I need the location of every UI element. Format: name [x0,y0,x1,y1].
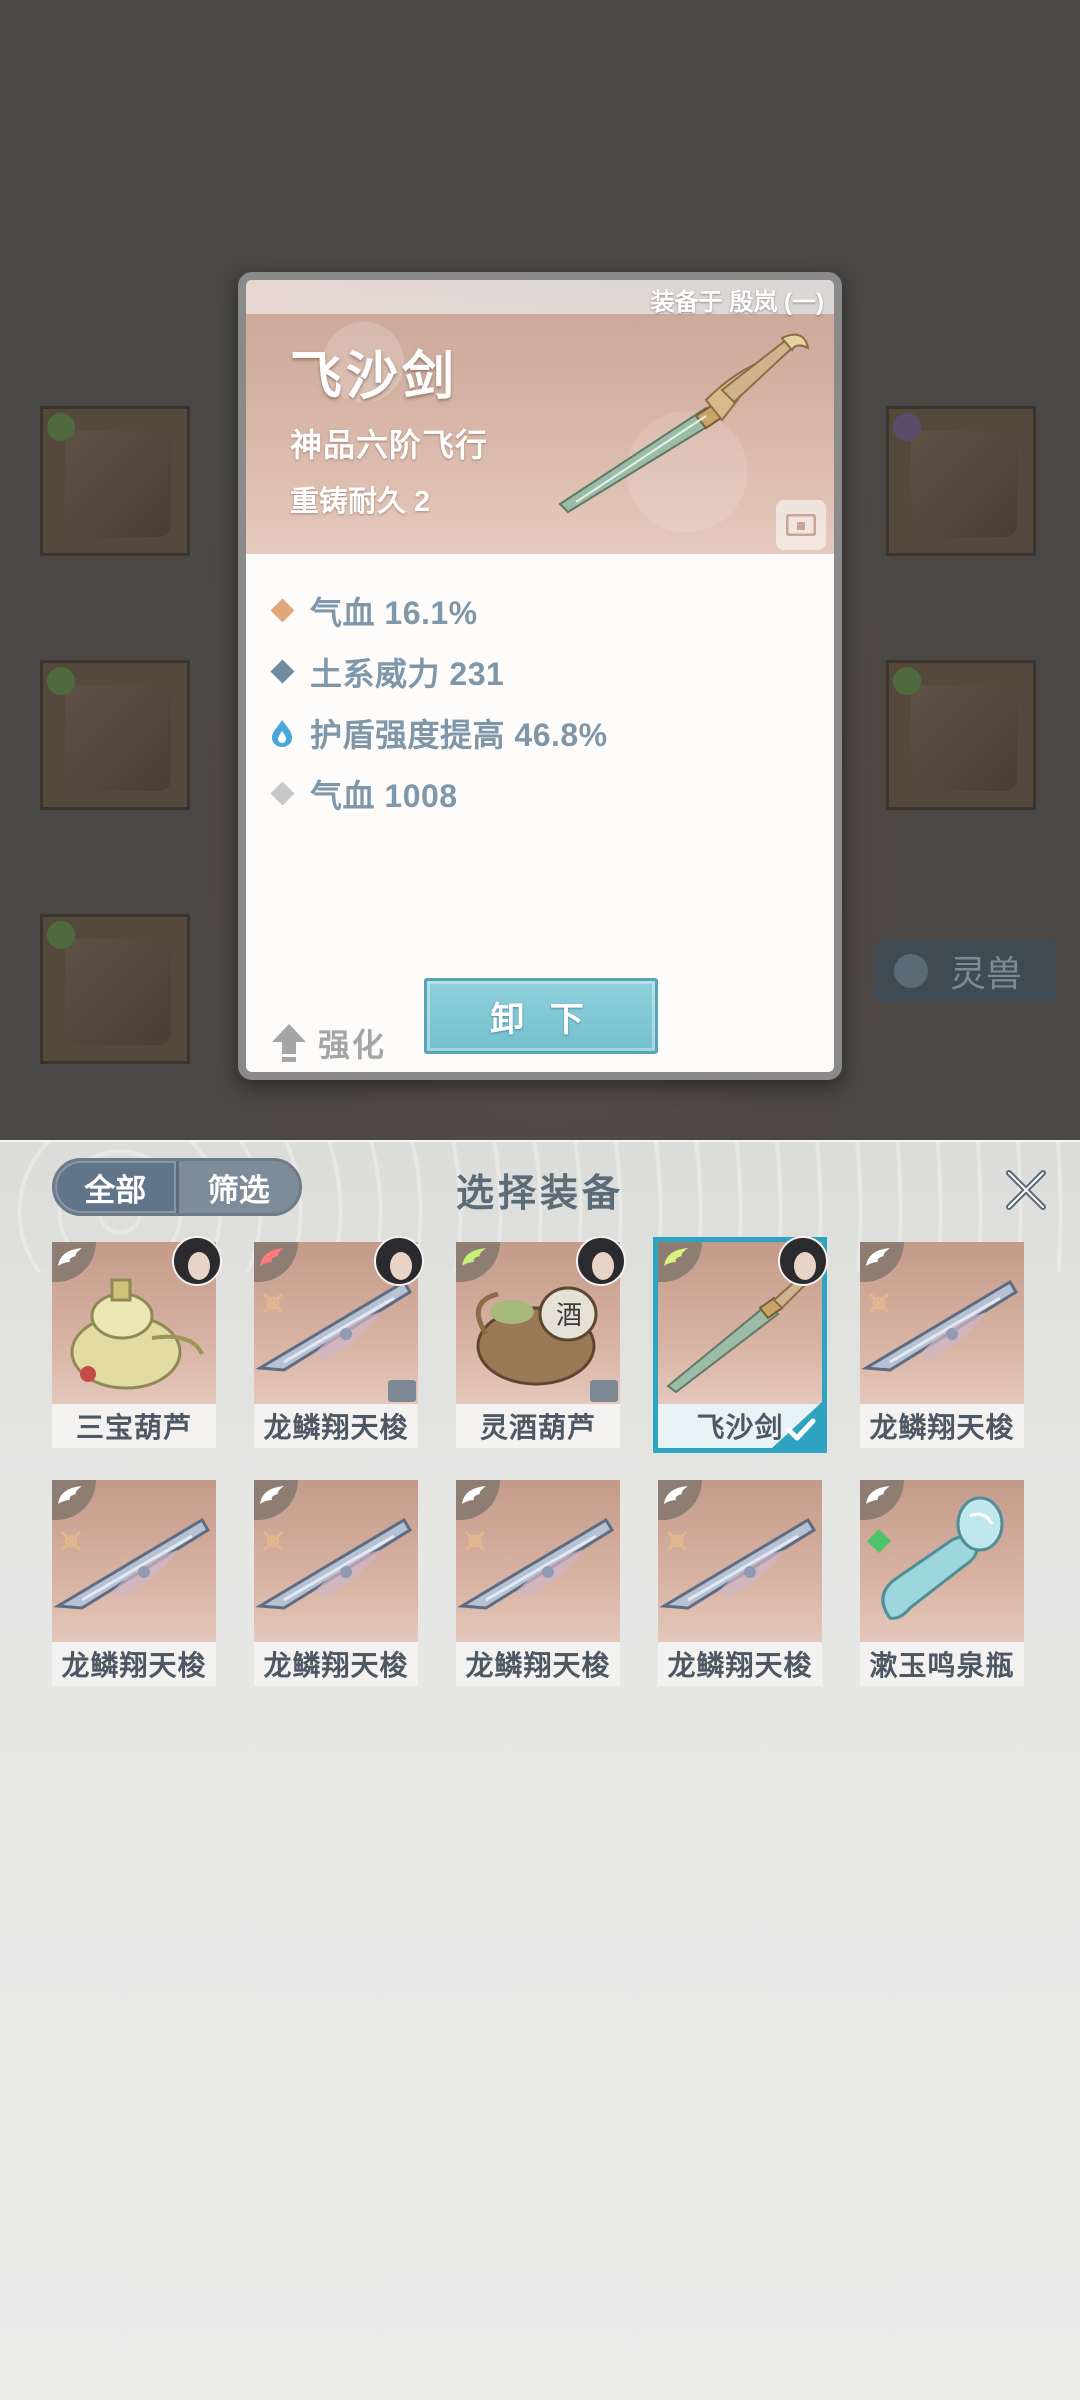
stat-text: 气血 16.1% [310,594,478,631]
rune-icon [664,1528,690,1554]
owner-avatar [778,1236,828,1286]
blue-flame-icon [270,719,294,747]
equipment-slot[interactable]: 龙鳞翔天梭 [456,1480,620,1686]
stat-text: 土系威力 231 [310,655,505,692]
stat-row: 气血 16.1% [269,580,810,641]
bg-equip-slot-armor [40,660,190,810]
enhance-button[interactable]: 强化 [272,1020,386,1066]
rune-icon [866,1290,892,1316]
stat-text: 气血 1008 [310,777,458,814]
close-icon [1006,1170,1046,1210]
up-arrow-icon [272,1024,306,1062]
enhance-label: 强化 [318,1027,387,1063]
owner-avatar [172,1236,222,1286]
reforge-badge-icon [590,1380,618,1402]
equipment-name: 灵酒葫芦 [456,1404,620,1448]
equipment-name: 龙鳞翔天梭 [658,1642,822,1686]
bg-equip-slot-gourd [886,660,1036,810]
rune-icon [58,1528,84,1554]
equipped-on-label: 装备于 殷岚 (一) [650,289,824,316]
stat-row: 气血 1008 [269,763,810,824]
item-grade: 神品六阶飞行 [290,427,489,463]
equipment-slot[interactable]: 飞沙剑 [653,1236,828,1453]
stat-row: 护盾强度提高 46.8% [270,702,810,763]
equipment-name: 龙鳞翔天梭 [456,1642,620,1686]
equipment-slot[interactable]: 龙鳞翔天梭 [658,1480,822,1686]
stats-list: 气血 16.1% 土系威力 231 护盾强度提高 46.8% 气血 1008 [269,580,810,824]
bg-equip-slot-weapon [40,406,190,556]
item-durability: 重铸耐久 2 [290,486,431,518]
bg-pet-label: 灵兽 [949,953,1022,994]
equipment-slot[interactable]: 三宝葫芦 [52,1236,222,1448]
rune-icon [260,1528,286,1554]
equipment-slot[interactable]: 漱玉鸣泉瓶 [860,1480,1024,1686]
sword-illustration [558,333,810,514]
equipment-slot[interactable]: 龙鳞翔天梭 [860,1242,1024,1448]
equipment-slot[interactable]: 龙鳞翔天梭 [254,1480,418,1686]
rune-icon [260,1290,286,1316]
svg-text:酒: 酒 [556,1301,582,1331]
item-detail-header: 装备于 殷岚 (一) 飞沙剑 神品六阶飞行 重铸耐久 2 [246,280,834,554]
equipment-name: 龙鳞翔天梭 [52,1642,216,1686]
equipment-name: 龙鳞翔天梭 [254,1404,418,1448]
checkmark-icon [786,1418,816,1442]
equipment-name: 三宝葫芦 [52,1404,216,1448]
equipment-slot[interactable]: 酒灵酒葫芦 [456,1236,626,1448]
unequip-label: 卸 下 [490,1000,592,1039]
select-equipment-panel: 全部 筛选 选择装备 三宝葫芦 龙鳞翔天梭酒灵酒葫芦 飞沙剑 龙鳞翔天梭 龙鳞翔天梭 龙鳞… [0,1140,1080,2400]
close-button[interactable] [1000,1164,1052,1216]
equipment-name: 龙鳞翔天梭 [254,1642,418,1686]
gem-icon [866,1528,892,1554]
rune-icon [462,1528,488,1554]
stat-row: 土系威力 231 [269,641,810,702]
item-name: 飞沙剑 [290,346,459,407]
equipment-slot[interactable]: 龙鳞翔天梭 [254,1236,424,1448]
item-detail-card: 装备于 殷岚 (一) 飞沙剑 神品六阶飞行 重铸耐久 2 气血 16.1% 土系… [238,272,842,1080]
unequip-button[interactable]: 卸 下 [424,978,658,1054]
owner-avatar [374,1236,424,1286]
panel-title: 选择装备 [455,1173,624,1215]
orange-diamond-icon [269,598,295,623]
stat-text: 护盾强度提高 46.8% [310,716,608,753]
equipped-strip: 装备于 殷岚 (一) [246,280,834,316]
bg-equip-slot-boots [40,914,190,1064]
equipment-name: 龙鳞翔天梭 [860,1404,1024,1448]
pet-icon [894,954,928,988]
bg-equip-slot-box [886,406,1036,556]
reforge-badge-icon [388,1380,416,1402]
owner-avatar [576,1236,626,1286]
reforge-badge-icon[interactable] [776,500,826,550]
equipment-slot[interactable]: 龙鳞翔天梭 [52,1480,216,1686]
bg-pet-tab: 灵兽 [876,940,1056,1002]
gray-diamond-icon [269,781,295,806]
blue-diamond-icon [269,659,295,684]
equipment-name: 漱玉鸣泉瓶 [860,1642,1024,1686]
